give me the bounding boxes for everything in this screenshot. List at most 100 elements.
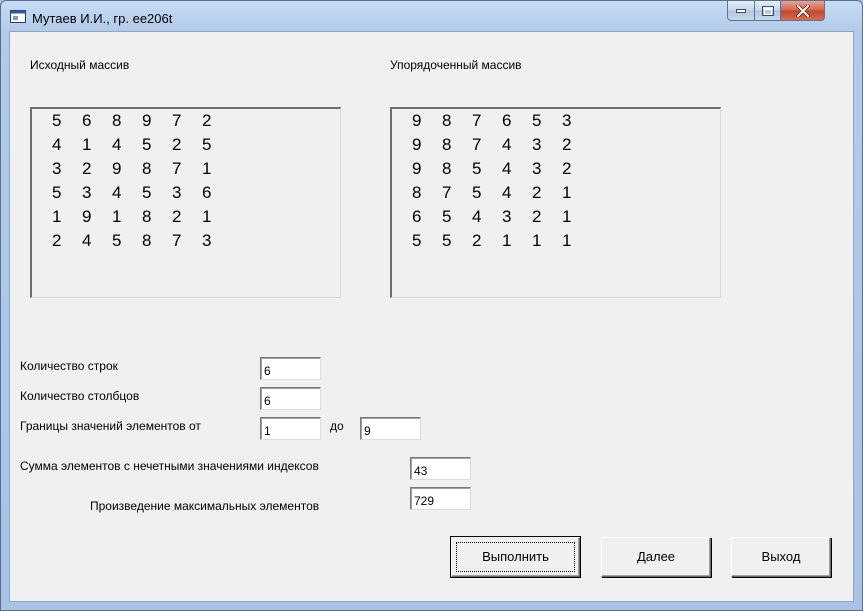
- source-matrix-row: 1 9 1 8 2 1: [32, 207, 340, 231]
- source-matrix-row: 3 2 9 8 7 1: [32, 159, 340, 183]
- sorted-matrix-row: 6 5 4 3 2 1: [392, 207, 720, 231]
- sorted-matrix-row: 9 8 7 6 5 3: [392, 111, 720, 135]
- sorted-matrix-cell: 8: [442, 135, 452, 154]
- execute-button[interactable]: Выполнить: [450, 536, 581, 578]
- sum-output[interactable]: [410, 457, 471, 480]
- source-matrix-cell: 6: [202, 183, 212, 202]
- source-matrix-cell: 9: [82, 207, 92, 226]
- sorted-matrix-cell: 2: [472, 231, 482, 250]
- source-matrix-cell: 9: [142, 111, 152, 130]
- app-window: Мутаев И.И., гр. ee206t Исходный массив …: [0, 0, 863, 611]
- rows-count-input[interactable]: [260, 357, 321, 380]
- form-client-area: Исходный массив Упорядоченный массив 5 6 8…: [9, 31, 854, 602]
- sorted-matrix-cell: 7: [472, 111, 482, 130]
- sorted-matrix-cell: 9: [412, 111, 422, 130]
- source-matrix-cell: 7: [172, 231, 182, 250]
- min-value-input[interactable]: [260, 417, 321, 440]
- sorted-matrix-cell: 1: [562, 183, 572, 202]
- source-matrix-cell: 4: [52, 135, 62, 154]
- sorted-matrix-cell: 1: [502, 231, 512, 250]
- sorted-matrix-cell: 1: [532, 231, 542, 250]
- sorted-matrix-cell: 1: [562, 231, 572, 250]
- source-matrix-row: 5 6 8 9 7 2: [32, 111, 340, 135]
- source-matrix-cell: 2: [82, 159, 92, 178]
- cols-count-input[interactable]: [260, 387, 321, 410]
- sorted-matrix-row: 8 7 5 4 2 1: [392, 183, 720, 207]
- sorted-matrix-cell: 5: [442, 231, 452, 250]
- source-matrix-row: 2 4 5 8 7 3: [32, 231, 340, 255]
- sorted-matrix-cell: 7: [472, 135, 482, 154]
- maximize-button[interactable]: [754, 1, 781, 21]
- maximize-icon: [761, 5, 774, 16]
- source-matrix-cell: 1: [112, 207, 122, 226]
- source-matrix-cell: 8: [142, 207, 152, 226]
- sorted-matrix-cell: 8: [442, 159, 452, 178]
- source-matrix-cell: 1: [202, 159, 212, 178]
- sorted-matrix-cell: 4: [472, 207, 482, 226]
- sorted-matrix-cell: 3: [562, 111, 572, 130]
- sorted-matrix-cell: 6: [502, 111, 512, 130]
- title-bar[interactable]: Мутаев И.И., гр. ee206t: [1, 1, 862, 31]
- focus-rectangle: [456, 542, 575, 572]
- source-matrix-cell: 5: [142, 183, 152, 202]
- source-matrix-cell: 3: [202, 231, 212, 250]
- sorted-matrix-cell: 5: [532, 111, 542, 130]
- sorted-matrix-cell: 5: [412, 231, 422, 250]
- sorted-array-box: 9 8 7 6 5 3 9 8 7 4 3 2 9 8 5 4 3 2 8 7 5 4 2 1 6 5 4 3 2 1 5 5 2 1 1 1: [390, 107, 721, 298]
- minimize-icon: [736, 8, 746, 13]
- sorted-matrix-cell: 2: [562, 135, 572, 154]
- sorted-matrix-row: 9 8 7 4 3 2: [392, 135, 720, 159]
- source-matrix-cell: 3: [52, 159, 62, 178]
- source-matrix-cell: 1: [82, 135, 92, 154]
- sorted-matrix-cell: 5: [472, 159, 482, 178]
- sorted-matrix-cell: 2: [532, 207, 542, 226]
- bounds-from-label: Границы значений элементов от: [20, 419, 201, 433]
- sorted-array-label: Упорядоченный массив: [390, 58, 522, 72]
- sorted-matrix-cell: 3: [532, 135, 542, 154]
- source-matrix-cell: 6: [82, 111, 92, 130]
- sorted-matrix-cell: 9: [412, 159, 422, 178]
- product-max-label: Произведение максимальных элементов: [90, 499, 320, 513]
- source-matrix-cell: 5: [52, 183, 62, 202]
- sorted-matrix-cell: 1: [562, 207, 572, 226]
- source-matrix-row: 4 1 4 5 2 5: [32, 135, 340, 159]
- window-title: Мутаев И.И., гр. ee206t: [32, 11, 173, 26]
- source-matrix-cell: 5: [52, 111, 62, 130]
- next-button-label: Далее: [636, 549, 676, 564]
- source-matrix-cell: 8: [112, 111, 122, 130]
- source-matrix-cell: 1: [202, 207, 212, 226]
- source-matrix-cell: 8: [142, 159, 152, 178]
- source-array-box: 5 6 8 9 7 2 4 1 4 5 2 5 3 2 9 8 7 1 5 3 4 5 3 6 1 9 1 8 2 1 2 4 5 8 7 3: [30, 107, 341, 298]
- source-matrix-cell: 1: [52, 207, 62, 226]
- minimize-button[interactable]: [727, 1, 755, 21]
- source-matrix-cell: 3: [172, 183, 182, 202]
- exit-button[interactable]: Выход: [731, 537, 831, 577]
- next-button[interactable]: Далее: [601, 537, 711, 577]
- source-matrix-cell: 2: [172, 135, 182, 154]
- sorted-matrix-cell: 7: [442, 183, 452, 202]
- source-matrix-cell: 4: [112, 135, 122, 154]
- sorted-matrix-cell: 3: [532, 159, 542, 178]
- source-matrix-cell: 4: [112, 183, 122, 202]
- source-array-label: Исходный массив: [30, 58, 130, 72]
- product-output[interactable]: [410, 487, 471, 510]
- source-matrix-cell: 5: [202, 135, 212, 154]
- cols-count-label: Количество столбцов: [20, 389, 140, 403]
- sorted-matrix-cell: 4: [502, 135, 512, 154]
- source-matrix-cell: 3: [82, 183, 92, 202]
- app-form-icon[interactable]: [10, 10, 26, 23]
- source-matrix-cell: 5: [142, 135, 152, 154]
- source-matrix-row: 5 3 4 5 3 6: [32, 183, 340, 207]
- rows-count-label: Количество строк: [20, 359, 118, 373]
- exit-button-label: Выход: [761, 549, 801, 564]
- sorted-matrix-cell: 8: [442, 111, 452, 130]
- source-matrix-cell: 8: [142, 231, 152, 250]
- max-value-input[interactable]: [360, 417, 421, 440]
- close-button[interactable]: [780, 1, 825, 21]
- source-matrix-cell: 2: [52, 231, 62, 250]
- sum-odd-label: Сумма элементов с нечетными значениями и…: [20, 459, 319, 473]
- source-matrix-cell: 2: [172, 207, 182, 226]
- source-matrix-cell: 9: [112, 159, 122, 178]
- sorted-matrix-cell: 2: [532, 183, 542, 202]
- sorted-matrix-row: 5 5 2 1 1 1: [392, 231, 720, 255]
